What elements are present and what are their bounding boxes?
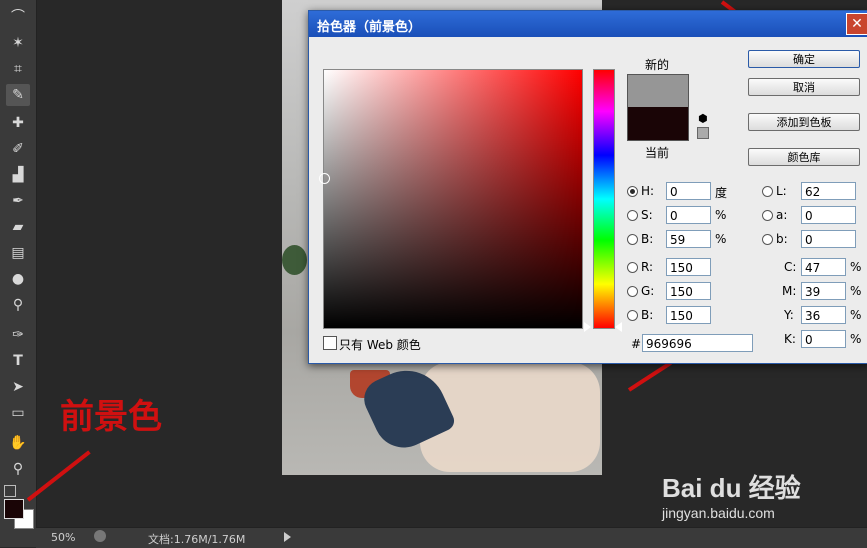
saturation-label: S:: [641, 208, 653, 222]
play-arrow-icon[interactable]: [284, 532, 291, 542]
baidu-watermark-url: jingyan.baidu.com: [662, 505, 775, 521]
cancel-button[interactable]: 取消: [748, 78, 860, 96]
baidu-watermark-logo: Bai du 经验: [662, 473, 801, 503]
tools-panel: ⌒ ✶ ⌗ ✎ ✚ ✐ ▟ ✒ ▰ ▤ ● ⚲ ✑ T ➤ ▭ ✋ ⚲: [0, 0, 37, 547]
black-label: K:: [784, 332, 796, 346]
web-colors-checkbox[interactable]: [323, 336, 337, 350]
cyan-label: C:: [784, 260, 797, 274]
current-color-swatch[interactable]: [627, 107, 689, 141]
a-channel-field[interactable]: 0: [801, 206, 856, 224]
magenta-field[interactable]: 39: [801, 282, 846, 300]
gradient-icon[interactable]: ▤: [6, 242, 30, 264]
path-selection-icon[interactable]: ➤: [6, 376, 30, 398]
brush-icon[interactable]: ✐: [6, 138, 30, 160]
red-field[interactable]: 150: [666, 258, 711, 276]
b-channel-field[interactable]: 0: [801, 230, 856, 248]
brightness-unit: %: [715, 232, 727, 246]
blue-label: B:: [641, 308, 654, 322]
magic-wand-icon[interactable]: ✶: [6, 32, 30, 54]
radio-a-channel[interactable]: [762, 210, 773, 221]
radio-b-channel[interactable]: [762, 234, 773, 245]
cyan-field[interactable]: 47: [801, 258, 846, 276]
crop-icon[interactable]: ⌗: [6, 58, 30, 80]
saturation-unit: %: [715, 208, 727, 222]
hex-label: #: [631, 337, 642, 351]
current-color-label: 当前: [645, 146, 670, 160]
radio-saturation[interactable]: [627, 210, 638, 221]
hue-field[interactable]: 0: [666, 182, 711, 200]
hue-label: H:: [641, 184, 655, 198]
new-color-swatch: [627, 74, 689, 108]
dodge-icon[interactable]: ⚲: [6, 294, 30, 316]
radio-hue[interactable]: [627, 186, 638, 197]
hand-icon[interactable]: ✋: [6, 432, 30, 454]
close-icon[interactable]: ✕: [846, 13, 867, 35]
hex-field[interactable]: 969696: [642, 334, 753, 352]
red-label: R:: [641, 260, 654, 274]
blue-field[interactable]: 150: [666, 306, 711, 324]
foreground-annotation-label: 前景色: [60, 397, 162, 437]
lightness-field[interactable]: 62: [801, 182, 856, 200]
add-to-swatches-button[interactable]: 添加到色板: [748, 113, 860, 131]
default-colors-icon[interactable]: [4, 485, 16, 497]
blur-icon[interactable]: ●: [6, 268, 30, 290]
status-menu-icon[interactable]: [94, 530, 106, 542]
radio-brightness[interactable]: [627, 234, 638, 245]
hue-slider[interactable]: [593, 69, 615, 329]
color-field[interactable]: [319, 69, 583, 329]
black-field[interactable]: 0: [801, 330, 846, 348]
web-safe-color-icon[interactable]: [697, 127, 709, 139]
yellow-unit: %: [850, 308, 862, 322]
annotation-arrow-hex: [627, 361, 673, 392]
status-bar: 50% 文档:1.76M/1.76M: [36, 527, 867, 548]
dialog-titlebar[interactable]: 拾色器（前景色） ✕: [309, 11, 867, 37]
brightness-field[interactable]: 59: [666, 230, 711, 248]
type-icon[interactable]: T: [6, 350, 30, 372]
radio-red[interactable]: [627, 262, 638, 273]
hue-slider-left-handle-icon[interactable]: [584, 322, 591, 332]
color-libraries-button[interactable]: 颜色库: [748, 148, 860, 166]
stamp-icon[interactable]: ▟: [6, 164, 30, 186]
eraser-icon[interactable]: ▰: [6, 216, 30, 238]
ok-button[interactable]: 确定: [748, 50, 860, 68]
yellow-field[interactable]: 36: [801, 306, 846, 324]
cyan-unit: %: [850, 260, 862, 274]
green-label: G:: [641, 284, 655, 298]
magenta-label: M:: [782, 284, 797, 298]
hue-unit: 度: [715, 186, 728, 200]
hue-slider-right-handle-icon[interactable]: [615, 322, 622, 332]
web-colors-label: 只有 Web 颜色: [339, 338, 421, 352]
a-channel-label: a:: [776, 208, 788, 222]
zoom-icon[interactable]: ⚲: [6, 458, 30, 480]
black-unit: %: [850, 332, 862, 346]
magenta-unit: %: [850, 284, 862, 298]
history-brush-icon[interactable]: ✒: [6, 190, 30, 212]
rectangle-icon[interactable]: ▭: [6, 402, 30, 424]
radio-blue[interactable]: [627, 310, 638, 321]
zoom-level[interactable]: 50%: [51, 531, 75, 544]
pen-icon[interactable]: ✑: [6, 324, 30, 346]
saturation-field[interactable]: 0: [666, 206, 711, 224]
dialog-title: 拾色器（前景色）: [317, 20, 422, 35]
foreground-color-swatch[interactable]: [4, 499, 24, 519]
eyedropper-icon[interactable]: ✎: [6, 84, 30, 106]
new-color-label: 新的: [645, 58, 670, 72]
green-field[interactable]: 150: [666, 282, 711, 300]
healing-brush-icon[interactable]: ✚: [6, 112, 30, 134]
lasso-icon[interactable]: ⌒: [6, 6, 30, 28]
document-size: 文档:1.76M/1.76M: [148, 533, 246, 546]
radio-green[interactable]: [627, 286, 638, 297]
photo-plant: [282, 245, 307, 275]
color-picker-dialog: 拾色器（前景色） ✕ 只有 Web 颜色 新的 当前 ⬢ 确定 取消 添加到色板…: [308, 10, 867, 364]
yellow-label: Y:: [784, 308, 794, 322]
color-field-cursor[interactable]: [319, 173, 330, 184]
b-channel-label: b:: [776, 232, 788, 246]
out-of-gamut-cube-icon[interactable]: ⬢: [698, 112, 708, 125]
brightness-label: B:: [641, 232, 654, 246]
radio-lightness[interactable]: [762, 186, 773, 197]
lightness-label: L:: [776, 184, 787, 198]
